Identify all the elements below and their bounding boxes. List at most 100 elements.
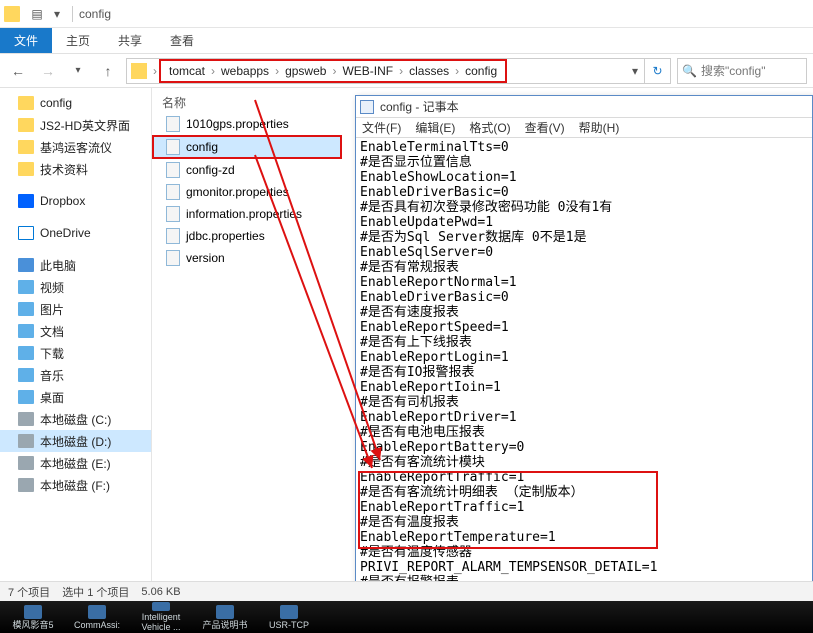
back-button[interactable]: ← [6, 59, 30, 83]
tree-label: 此电脑 [40, 257, 76, 274]
chevron-right-icon[interactable]: › [453, 64, 461, 78]
chevron-right-icon[interactable]: › [209, 64, 217, 78]
crumb[interactable]: tomcat [165, 64, 209, 78]
menu-view[interactable]: 查看(V) [525, 119, 565, 136]
menu-edit[interactable]: 编辑(E) [415, 119, 455, 136]
dropbox-icon [18, 194, 34, 208]
chevron-right-icon[interactable]: › [151, 64, 159, 78]
forward-button[interactable]: → [36, 59, 60, 83]
app-label: Intelligent Vehicle ... [130, 612, 192, 632]
up-button[interactable]: ↑ [96, 59, 120, 83]
file-name: 1010gps.properties [186, 117, 289, 131]
properties-icon[interactable]: ▤ [28, 5, 46, 23]
tree-lib[interactable]: 桌面 [0, 386, 151, 408]
file-row[interactable]: information.properties [152, 203, 342, 225]
folder-icon [4, 6, 20, 22]
file-icon [166, 184, 180, 200]
tree-drive[interactable]: 本地磁盘 (D:) [0, 430, 151, 452]
folder-icon [131, 63, 147, 79]
desktop-icon [18, 390, 34, 404]
menu-format[interactable]: 格式(O) [469, 119, 510, 136]
file-row[interactable]: jdbc.properties [152, 225, 342, 247]
tree-drive[interactable]: 本地磁盘 (C:) [0, 408, 151, 430]
file-icon [166, 116, 180, 132]
tree-label: 下载 [40, 345, 64, 362]
tree-this-pc[interactable]: 此电脑 [0, 254, 151, 276]
tree-folder[interactable]: config [0, 92, 151, 114]
crumb[interactable]: classes [405, 64, 453, 78]
notepad-title: config - 记事本 [380, 98, 459, 115]
menu-help[interactable]: 帮助(H) [579, 119, 620, 136]
window-title: config [79, 7, 111, 21]
file-row[interactable]: gmonitor.properties [152, 181, 342, 203]
notepad-content[interactable]: EnableTerminalTts=0 #是否显示位置信息 EnableShow… [356, 138, 812, 614]
file-row[interactable]: version [152, 247, 342, 269]
folder-icon [18, 118, 34, 132]
recent-dropdown[interactable]: ▾ [66, 59, 90, 83]
taskbar-app[interactable]: CommAssi: [66, 602, 128, 632]
tree-drive[interactable]: 本地磁盘 (E:) [0, 452, 151, 474]
taskbar-app[interactable]: Intelligent Vehicle ... [130, 602, 192, 632]
chevron-right-icon[interactable]: › [273, 64, 281, 78]
file-row[interactable]: config [152, 135, 342, 159]
music-icon [18, 368, 34, 382]
crumb[interactable]: WEB-INF [338, 64, 397, 78]
tree-label: 本地磁盘 (E:) [40, 455, 111, 472]
column-header-name[interactable]: 名称 [152, 92, 342, 113]
address-bar[interactable]: › tomcat› webapps› gpsweb› WEB-INF› clas… [126, 58, 671, 84]
ribbon-tabs: 文件 主页 共享 查看 [0, 28, 813, 54]
drive-icon [18, 412, 34, 426]
tree-label: 图片 [40, 301, 64, 318]
file-row[interactable]: config-zd [152, 159, 342, 181]
tree-lib[interactable]: 视频 [0, 276, 151, 298]
drive-icon [18, 456, 34, 470]
app-icon [24, 605, 42, 619]
tree-folder[interactable]: JS2-HD英文界面 [0, 114, 151, 136]
file-name: version [186, 251, 225, 265]
taskbar-app[interactable]: 模风影音5 [2, 602, 64, 632]
chevron-right-icon[interactable]: › [397, 64, 405, 78]
menu-file[interactable]: 文件(F) [362, 119, 401, 136]
taskbar-app[interactable]: USR-TCP [258, 602, 320, 632]
status-size: 5.06 KB [141, 586, 180, 598]
crumb[interactable]: gpsweb [281, 64, 330, 78]
tree-label: 基鸿运客流仪 [40, 139, 112, 156]
file-row[interactable]: 1010gps.properties [152, 113, 342, 135]
document-icon [360, 100, 374, 114]
separator [72, 6, 73, 22]
chevron-right-icon[interactable]: › [330, 64, 338, 78]
qat-dropdown-icon[interactable]: ▾ [48, 5, 66, 23]
tree-folder[interactable]: 技术资料 [0, 158, 151, 180]
drive-icon [18, 434, 34, 448]
ribbon-file-tab[interactable]: 文件 [0, 28, 52, 53]
tree-dropbox[interactable]: Dropbox [0, 190, 151, 212]
tree-label: 本地磁盘 (D:) [40, 433, 111, 450]
tree-folder[interactable]: 基鸿运客流仪 [0, 136, 151, 158]
ribbon-tab-view[interactable]: 查看 [156, 28, 208, 53]
tree-label: 技术资料 [40, 161, 88, 178]
tree-lib[interactable]: 图片 [0, 298, 151, 320]
crumb[interactable]: config [461, 64, 501, 78]
app-icon [88, 605, 106, 619]
tree-lib[interactable]: 音乐 [0, 364, 151, 386]
search-input[interactable]: 🔍 搜索"config" [677, 58, 807, 84]
tree-lib[interactable]: 下载 [0, 342, 151, 364]
nav-tree: config JS2-HD英文界面 基鸿运客流仪 技术资料 Dropbox On… [0, 88, 152, 581]
tree-label: OneDrive [40, 226, 91, 240]
ribbon-tab-home[interactable]: 主页 [52, 28, 104, 53]
tree-drive[interactable]: 本地磁盘 (F:) [0, 474, 151, 496]
tree-onedrive[interactable]: OneDrive [0, 222, 151, 244]
tree-label: config [40, 96, 72, 110]
refresh-button[interactable]: ↻ [644, 59, 670, 83]
ribbon-tab-share[interactable]: 共享 [104, 28, 156, 53]
app-label: 模风影音5 [12, 620, 53, 630]
taskbar-app[interactable]: 产品说明书 [194, 602, 256, 632]
notepad-titlebar[interactable]: config - 记事本 [356, 96, 812, 118]
address-dropdown[interactable]: ▾ [626, 64, 644, 78]
status-bar: 7 个项目 选中 1 个项目 5.06 KB [0, 581, 813, 601]
crumb[interactable]: webapps [217, 64, 273, 78]
tree-label: 本地磁盘 (C:) [40, 411, 111, 428]
tree-label: 视频 [40, 279, 64, 296]
file-icon [166, 206, 180, 222]
tree-lib[interactable]: 文档 [0, 320, 151, 342]
